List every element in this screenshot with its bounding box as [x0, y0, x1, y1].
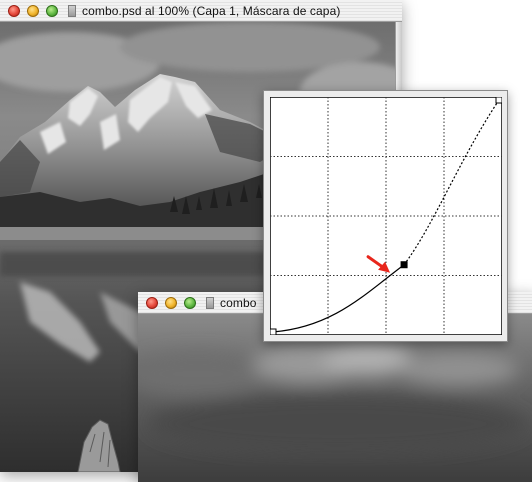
- document-proxy-icon[interactable]: [206, 297, 214, 309]
- title-bar[interactable]: combo.psd al 100% (Capa 1, Máscara de ca…: [0, 0, 402, 22]
- curve-endpoint-start[interactable]: [270, 328, 277, 335]
- curve-endpoint-end[interactable]: [495, 97, 502, 104]
- close-button[interactable]: [146, 297, 158, 309]
- curves-dialog[interactable]: [263, 90, 508, 342]
- close-button[interactable]: [8, 5, 20, 17]
- document-proxy-icon[interactable]: [68, 5, 76, 17]
- minimize-button[interactable]: [165, 297, 177, 309]
- curves-graph[interactable]: [270, 97, 502, 335]
- minimize-button[interactable]: [27, 5, 39, 17]
- zoom-button[interactable]: [46, 5, 58, 17]
- window-title: combo.psd al 100% (Capa 1, Máscara de ca…: [82, 4, 341, 18]
- curve-control-point[interactable]: [400, 261, 408, 269]
- window-title-second: combo: [220, 296, 257, 310]
- zoom-button[interactable]: [184, 297, 196, 309]
